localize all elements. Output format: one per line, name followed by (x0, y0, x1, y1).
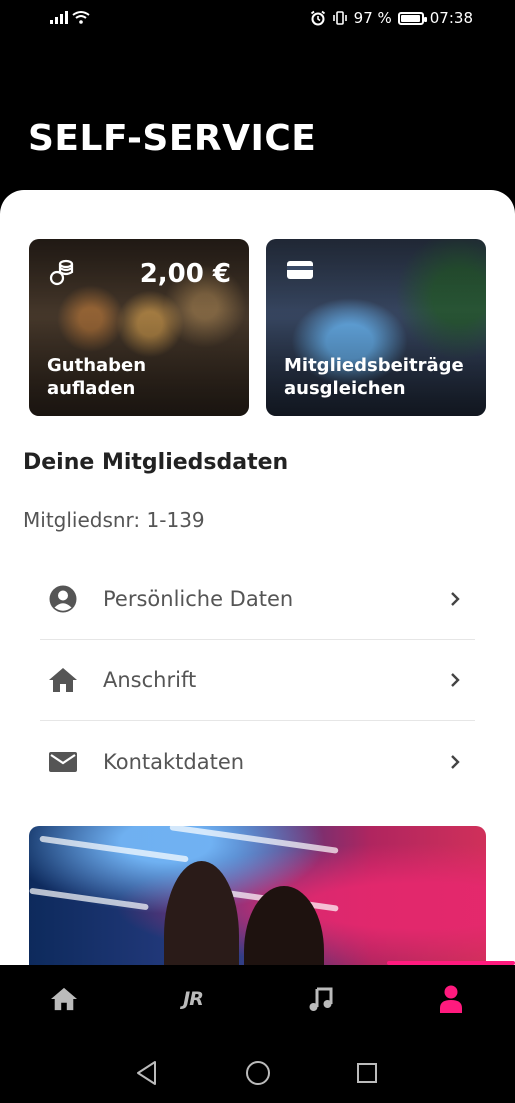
credit-balance: 2,00 € (139, 259, 231, 289)
light-streak (169, 826, 339, 854)
nav-jr[interactable]: JR (173, 983, 213, 1015)
wifi-icon (72, 11, 90, 24)
promo-banner[interactable] (29, 826, 486, 965)
battery-percent: 97 % (353, 9, 392, 27)
action-tiles: 2,00 € Guthaben aufladen Mitgliedsbeiträ… (29, 239, 486, 416)
home-icon (48, 665, 78, 695)
member-number: Mitgliedsnr: 1-139 (23, 508, 205, 532)
coins-icon (49, 259, 74, 286)
menu-item-label: Anschrift (103, 668, 197, 692)
nav-profile[interactable] (431, 983, 471, 1015)
status-time: 07:38 (429, 9, 473, 27)
menu-item-label: Persönliche Daten (103, 587, 294, 611)
system-home-button[interactable] (244, 1059, 272, 1087)
card-icon (287, 261, 313, 279)
home-circle-icon (246, 1061, 270, 1085)
recents-icon (357, 1063, 377, 1083)
home-icon (51, 987, 77, 1011)
menu-item-address[interactable]: Anschrift (40, 640, 475, 721)
light-streak (29, 887, 149, 911)
vibrate-icon (332, 11, 347, 25)
profile-icon (440, 985, 462, 1013)
nav-music[interactable] (301, 983, 341, 1015)
top-up-credit-label: Guthaben aufladen (47, 355, 147, 399)
mail-icon (48, 747, 78, 777)
nav-home[interactable] (44, 983, 84, 1015)
chevron-right-icon (451, 673, 460, 687)
alarm-icon (310, 10, 325, 26)
menu-item-contact-data[interactable]: Kontaktdaten (40, 721, 475, 802)
chevron-right-icon (451, 754, 460, 769)
signal-icon (50, 10, 68, 24)
settle-fees-tile[interactable]: Mitgliedsbeiträge ausgleichen (266, 239, 486, 416)
promo-person (164, 861, 239, 965)
status-bar: 97 % 07:38 (0, 0, 515, 40)
person-circle-icon (48, 584, 78, 614)
chevron-right-icon (451, 592, 460, 606)
status-right: 97 % 07:38 (310, 9, 473, 27)
light-streak (39, 835, 189, 863)
battery-fill (400, 14, 420, 22)
top-up-credit-tile[interactable]: 2,00 € Guthaben aufladen (29, 239, 249, 416)
menu-item-personal-data[interactable]: Persönliche Daten (40, 559, 475, 640)
settle-fees-label: Mitgliedsbeiträge ausgleichen (284, 355, 464, 399)
system-recents-button[interactable] (353, 1059, 381, 1087)
menu-item-label: Kontaktdaten (103, 749, 245, 774)
status-left (50, 10, 90, 24)
system-back-button[interactable] (133, 1059, 161, 1087)
system-nav (0, 1035, 515, 1103)
content-sheet: 2,00 € Guthaben aufladen Mitgliedsbeiträ… (0, 190, 515, 965)
page-title: SELF-SERVICE (28, 118, 317, 159)
member-menu: Persönliche Daten Anschrift Kontaktdaten (40, 559, 475, 802)
member-data-heading: Deine Mitgliedsdaten (23, 450, 289, 475)
active-tab-indicator (387, 961, 515, 965)
bottom-nav: JR (0, 961, 515, 1035)
music-note-icon (309, 987, 333, 1011)
back-icon (137, 1061, 156, 1085)
jr-logo-text: JR (183, 988, 204, 1010)
battery-icon (397, 11, 427, 25)
